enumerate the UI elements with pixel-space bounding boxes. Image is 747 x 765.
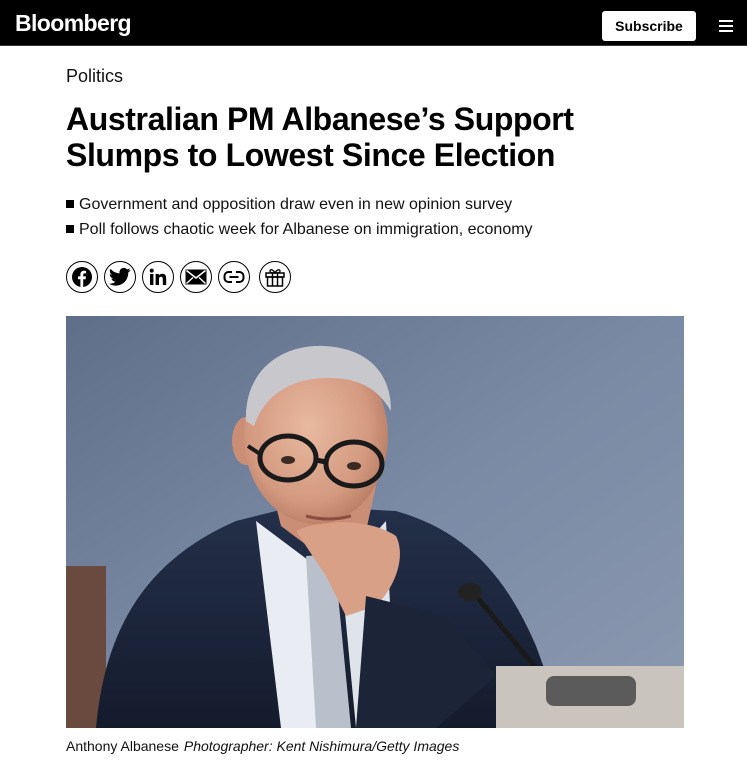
linkedin-share-button[interactable] bbox=[142, 261, 174, 293]
facebook-share-button[interactable] bbox=[66, 261, 98, 293]
subscribe-button[interactable]: Subscribe bbox=[602, 11, 696, 41]
summary-bullet: Poll follows chaotic week for Albanese o… bbox=[66, 217, 533, 242]
email-icon bbox=[185, 269, 207, 285]
bullet-square-icon bbox=[66, 200, 74, 208]
bullet-square-icon bbox=[66, 225, 74, 233]
twitter-icon bbox=[109, 267, 131, 286]
summary-bullet-text: Poll follows chaotic week for Albanese o… bbox=[79, 221, 533, 238]
gift-icon bbox=[265, 269, 285, 287]
article-lead-photo bbox=[66, 316, 684, 728]
summary-bullet-text: Government and opposition draw even in n… bbox=[79, 196, 513, 213]
summary-bullet: Government and opposition draw even in n… bbox=[66, 192, 533, 217]
gift-article-button[interactable] bbox=[259, 261, 291, 293]
twitter-share-button[interactable] bbox=[104, 261, 136, 293]
hamburger-menu-icon[interactable] bbox=[715, 17, 737, 35]
email-share-button[interactable] bbox=[180, 261, 212, 293]
linkedin-icon bbox=[149, 268, 167, 285]
portrait-photo-illustration bbox=[66, 316, 684, 728]
bloomberg-logo[interactable]: Bloomberg bbox=[15, 9, 132, 37]
article-headline: Australian PM Albanese’s Support Slumps … bbox=[66, 101, 574, 173]
caption-subject: Anthony Albanese bbox=[66, 738, 179, 754]
top-nav-bar: Bloomberg Subscribe bbox=[0, 0, 747, 46]
section-link-politics[interactable]: Politics bbox=[66, 64, 123, 88]
photo-credit: Photographer: Kent Nishimura/Getty Image… bbox=[183, 738, 460, 754]
link-icon bbox=[223, 271, 245, 283]
summary-bullets: Government and opposition draw even in n… bbox=[66, 192, 533, 242]
copy-link-button[interactable] bbox=[218, 261, 250, 293]
facebook-icon bbox=[72, 267, 92, 287]
photo-caption: Anthony Albanese Photographer: Kent Nishi… bbox=[66, 737, 459, 755]
